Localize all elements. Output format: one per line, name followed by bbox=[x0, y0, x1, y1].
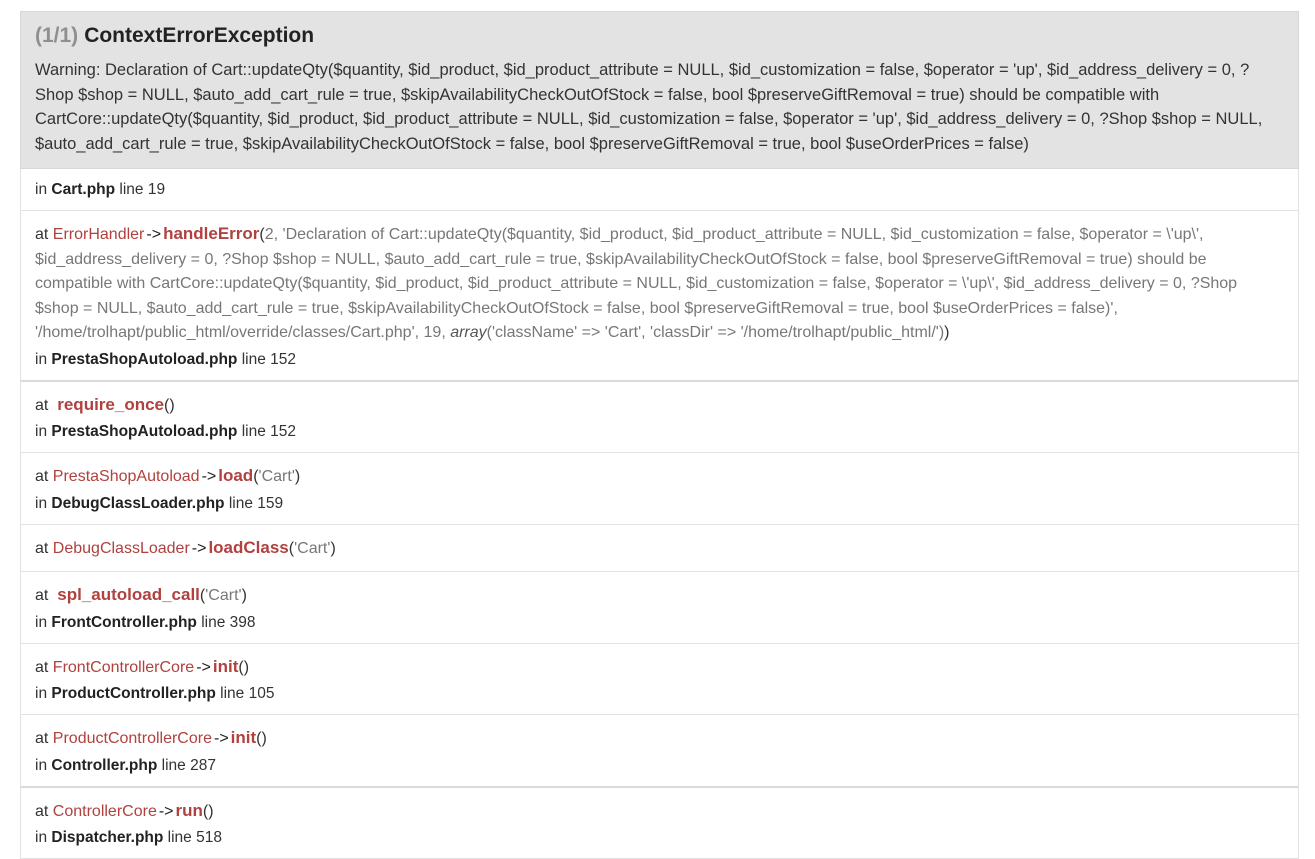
frame-function: require_once bbox=[57, 394, 164, 414]
exception-message: Warning: Declaration of Cart::updateQty(… bbox=[35, 61, 1263, 153]
line-number: 287 bbox=[190, 756, 216, 774]
origin-location: in Cart.php line 19 bbox=[35, 181, 166, 198]
frame-function: run bbox=[175, 800, 203, 820]
frame-location: in FrontController.php line 398 bbox=[35, 613, 256, 631]
frame-class: ErrorHandler bbox=[52, 226, 145, 243]
frame-location: in DebugClassLoader.php line 159 bbox=[35, 494, 284, 512]
frame-location: in Dispatcher.php line 518 bbox=[35, 829, 222, 846]
frame-location: in Controller.php line 287 bbox=[35, 756, 216, 774]
frame-call: at spl_autoload_call('Cart') bbox=[35, 585, 247, 604]
frame-function: spl_autoload_call bbox=[57, 585, 200, 604]
frame-function: loadClass bbox=[208, 537, 289, 557]
stack-frame: at require_once() in PrestaShopAutoload.… bbox=[20, 381, 1299, 453]
frame-function: handleError bbox=[163, 224, 260, 243]
frame-class: PrestaShopAutoload bbox=[52, 468, 200, 485]
frame-function: init bbox=[212, 656, 239, 676]
line-number: 159 bbox=[257, 494, 284, 512]
frame-call: at ErrorHandler -> handleError(2, 'Declara… bbox=[35, 224, 1238, 341]
file-name: ProductController.php bbox=[51, 685, 216, 702]
frame-call: at ControllerCore -> run() bbox=[35, 800, 214, 820]
arrow-operator: -> bbox=[146, 226, 162, 243]
exception-header: (1/1) ContextErrorException Warning: Decl… bbox=[20, 11, 1299, 169]
file-name: Controller.php bbox=[51, 756, 158, 774]
arrow-operator: -> bbox=[191, 539, 207, 557]
frame-function: load bbox=[218, 466, 254, 485]
frame-call: at ProductControllerCore -> init() bbox=[35, 728, 267, 747]
frame-location: in ProductController.php line 105 bbox=[35, 685, 275, 702]
frame-location: in PrestaShopAutoload.php line 152 bbox=[35, 423, 297, 440]
file-name: Dispatcher.php bbox=[51, 829, 164, 846]
arrow-operator: -> bbox=[213, 730, 229, 747]
stack-frame: at ErrorHandler -> handleError(2, 'Declara… bbox=[20, 211, 1299, 382]
stack-frame: at DebugClassLoader -> loadClass('Cart') bbox=[20, 524, 1299, 572]
line-number: 518 bbox=[196, 829, 222, 846]
file-name: DebugClassLoader.php bbox=[51, 494, 225, 512]
file-name: Cart.php bbox=[51, 181, 116, 198]
line-number: 105 bbox=[248, 685, 275, 702]
frame-call: at PrestaShopAutoload -> load('Cart') bbox=[35, 466, 301, 485]
arrow-operator: -> bbox=[158, 802, 174, 820]
frame-args-keyword: array bbox=[450, 324, 487, 341]
line-number: 152 bbox=[270, 350, 297, 368]
stack-origin: in Cart.php line 19 bbox=[20, 169, 1299, 211]
frame-location: in PrestaShopAutoload.php line 152 bbox=[35, 350, 297, 368]
frame-class: ProductControllerCore bbox=[52, 730, 212, 747]
frame-call: at require_once() bbox=[35, 394, 175, 414]
arrow-operator: -> bbox=[196, 658, 211, 676]
file-name: FrontController.php bbox=[51, 613, 197, 631]
line-number: 19 bbox=[147, 181, 166, 198]
frame-args-tail: ('className' => 'Cart', 'classDir' => '/… bbox=[486, 324, 945, 341]
stack-frame: at FrontControllerCore -> init() in Produc… bbox=[20, 643, 1299, 715]
exception-panel: (1/1) ContextErrorException Warning: Decl… bbox=[20, 11, 1299, 859]
frame-function: init bbox=[230, 728, 257, 747]
stack-frame: at spl_autoload_call('Cart') in FrontCon… bbox=[20, 572, 1299, 644]
stack-frame: at ControllerCore -> run() in Dispatcher.p… bbox=[20, 787, 1299, 859]
frame-args: 'Cart' bbox=[294, 539, 331, 557]
frame-args: 'Cart' bbox=[205, 587, 242, 604]
file-name: PrestaShopAutoload.php bbox=[51, 423, 238, 440]
frame-class: FrontControllerCore bbox=[52, 658, 195, 676]
file-name: PrestaShopAutoload.php bbox=[51, 350, 238, 368]
frame-call: at FrontControllerCore -> init() bbox=[35, 656, 250, 676]
exception-title: (1/1) ContextErrorException bbox=[35, 22, 1284, 50]
arrow-operator: -> bbox=[201, 468, 217, 485]
frame-class: ControllerCore bbox=[52, 802, 157, 820]
exception-count: (1/1) bbox=[35, 24, 79, 47]
line-number: 152 bbox=[270, 423, 297, 440]
stack-frame: at ProductControllerCore -> init() in Cont… bbox=[20, 715, 1299, 788]
frame-args: 'Cart' bbox=[258, 468, 295, 485]
stack-frame: at PrestaShopAutoload -> load('Cart') in D… bbox=[20, 453, 1299, 525]
line-number: 398 bbox=[229, 613, 256, 631]
exception-name: ContextErrorException bbox=[84, 24, 315, 47]
frame-call: at DebugClassLoader -> loadClass('Cart') bbox=[35, 537, 336, 557]
frame-class: DebugClassLoader bbox=[52, 539, 190, 557]
